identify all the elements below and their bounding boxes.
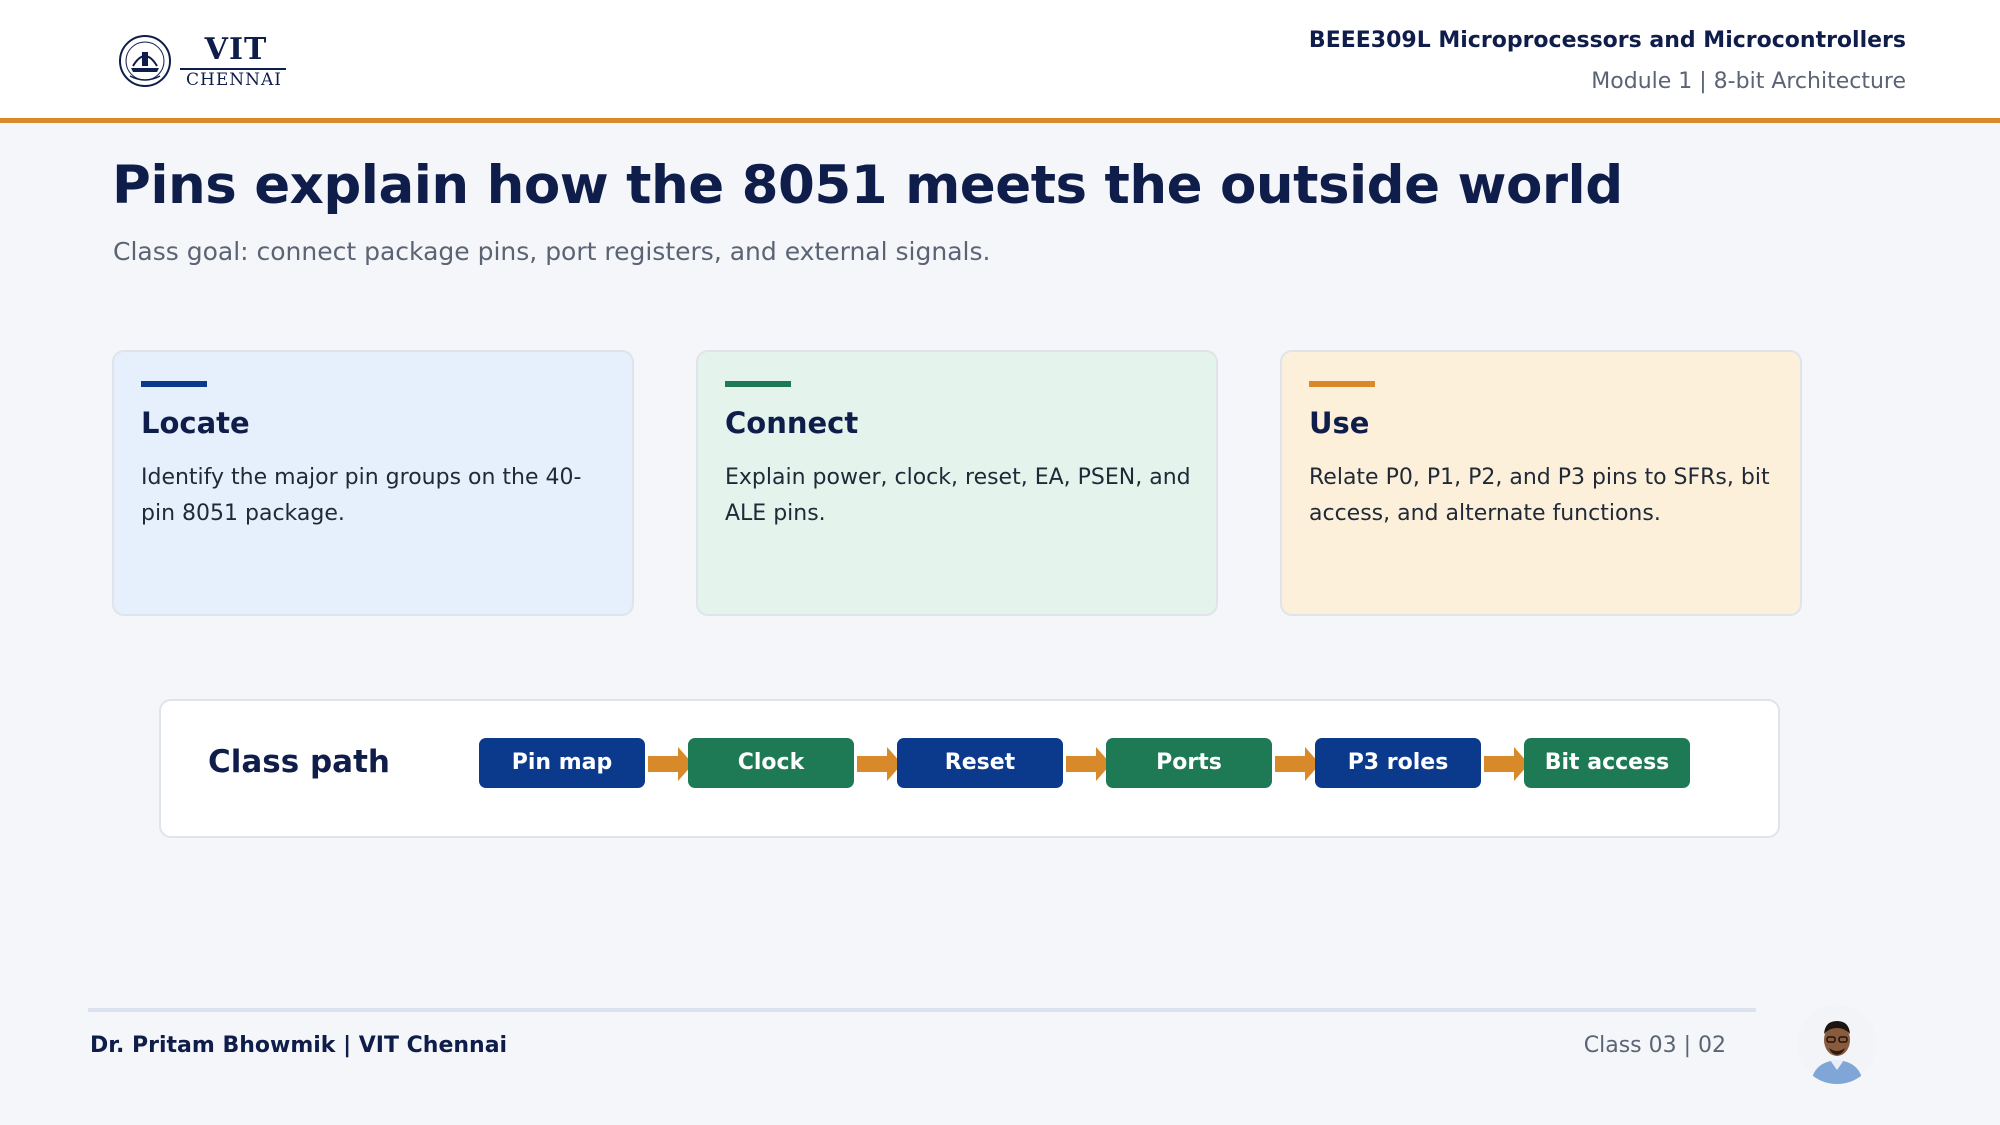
path-step-reset: Reset [897, 738, 1063, 788]
presenter-avatar [1797, 1004, 1877, 1084]
card-accent-bar [1309, 381, 1375, 387]
logo-wordmark: VIT [204, 32, 268, 67]
arrow-right-icon [1066, 747, 1111, 781]
footer-author: Dr. Pritam Bhowmik | VIT Chennai [90, 1033, 508, 1058]
card-title: Use [1309, 406, 1370, 440]
card-locate: Locate Identify the major pin groups on … [112, 350, 634, 616]
person-portrait-icon [1797, 1004, 1877, 1084]
logo-city: CHENNAI [186, 70, 282, 90]
vit-chennai-logo: VIT CHENNAI [118, 32, 288, 92]
university-seal-icon [119, 35, 171, 87]
card-title: Connect [725, 406, 859, 440]
card-connect: Connect Explain power, clock, reset, EA,… [696, 350, 1218, 616]
path-step-p3-roles: P3 roles [1315, 738, 1481, 788]
card-title: Locate [141, 406, 250, 440]
page-subtitle: Class goal: connect package pins, port r… [113, 237, 991, 266]
path-step-ports: Ports [1106, 738, 1272, 788]
card-use: Use Relate P0, P1, P2, and P3 pins to SF… [1280, 350, 1802, 616]
card-body: Relate P0, P1, P2, and P3 pins to SFRs, … [1309, 465, 1770, 526]
arrow-right-icon [1484, 747, 1529, 781]
footer-class-page: Class 03 | 02 [1583, 1033, 1726, 1058]
course-title: BEEE309L Microprocessors and Microcontro… [1308, 28, 1906, 53]
path-step-clock: Clock [688, 738, 854, 788]
path-step-pin-map: Pin map [479, 738, 645, 788]
slide-header: VIT CHENNAI BEEE309L Microprocessors and… [0, 0, 2000, 123]
page-title: Pins explain how the 8051 meets the outs… [112, 155, 1623, 216]
arrow-right-icon [1275, 747, 1320, 781]
arrow-right-icon [857, 747, 902, 781]
class-path-label: Class path [208, 744, 390, 780]
card-body: Explain power, clock, reset, EA, PSEN, a… [725, 465, 1191, 526]
path-step-bit-access: Bit access [1524, 738, 1690, 788]
card-accent-bar [725, 381, 791, 387]
module-title: Module 1 | 8-bit Architecture [1591, 69, 1906, 94]
card-body: Identify the major pin groups on the 40-… [141, 465, 582, 526]
card-accent-bar [141, 381, 207, 387]
footer-divider [88, 1008, 1756, 1012]
class-path-panel: Class path Pin map Clock Reset Ports P3 … [159, 699, 1780, 838]
arrow-right-icon [648, 747, 693, 781]
